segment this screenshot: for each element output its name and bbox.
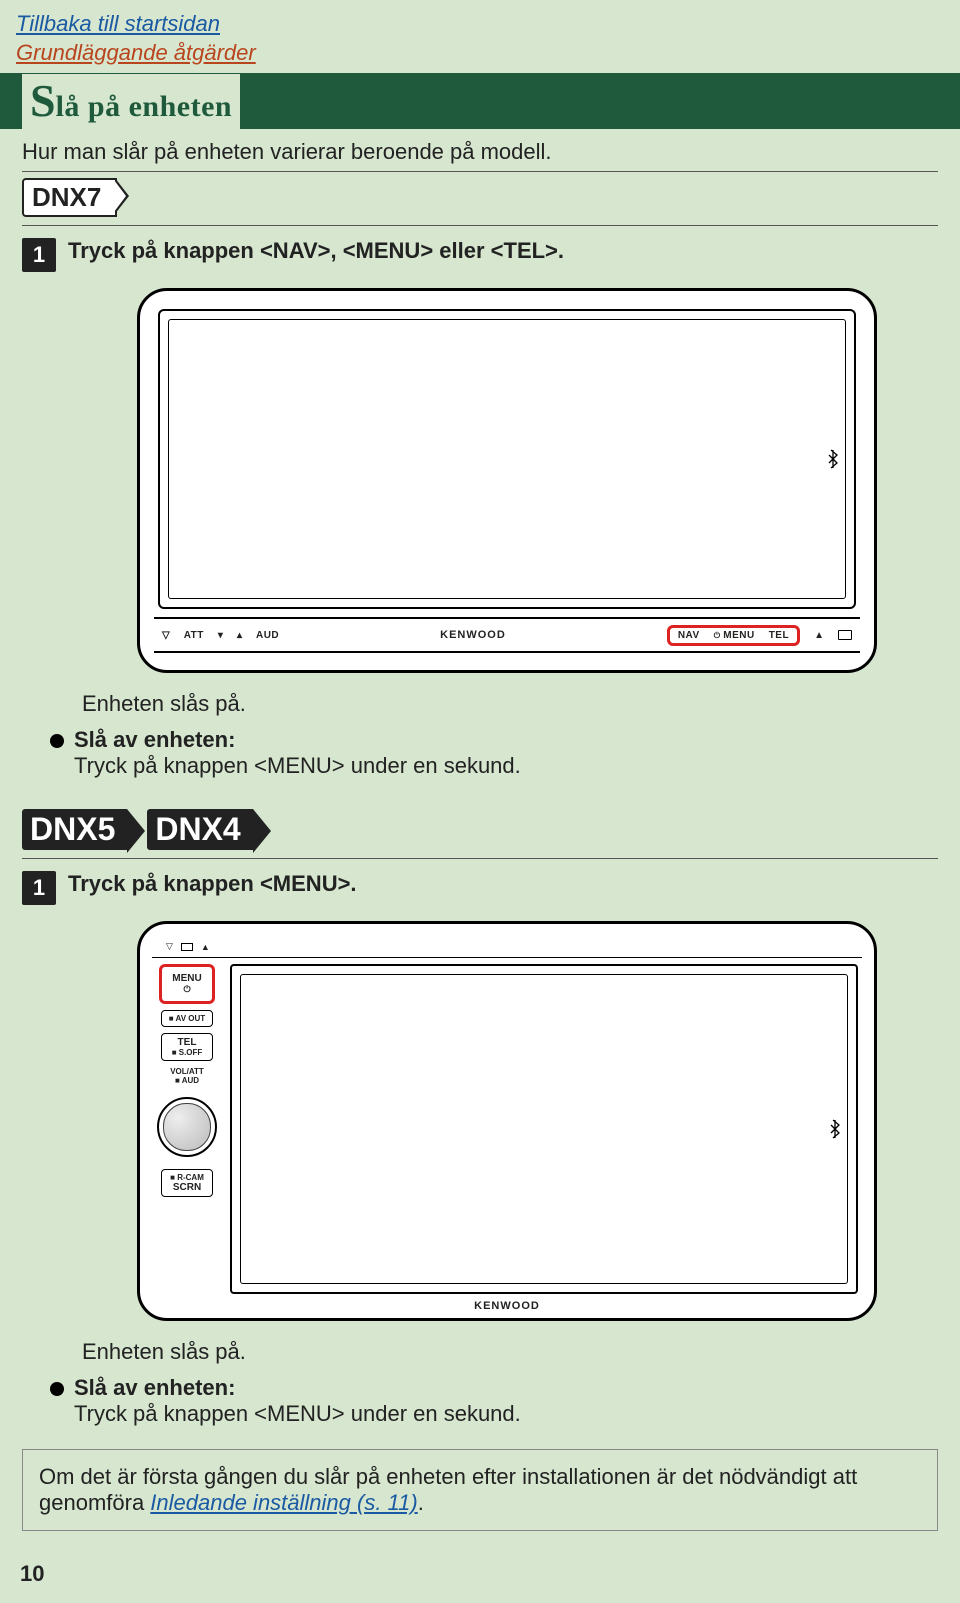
model-tag-dnx4: DNX4 [147,809,252,850]
volume-knob-icon [157,1097,217,1157]
bluetooth-icon [830,1119,842,1139]
bluetooth-icon [828,449,840,469]
device5-screen [230,964,858,1294]
turned-on-1: Enheten slås på. [82,691,938,717]
turned-on-2: Enheten slås på. [82,1339,938,1365]
turn-off-body-1: Tryck på knappen <MENU> under en sekund. [74,753,938,779]
btn-aud: AUD [256,630,279,641]
step-number-1: 1 [22,238,56,272]
power-icon: ⏻ [183,984,190,995]
turn-off-heading-2: Slå av enheten: [50,1375,938,1401]
device7-button-row: ▽ ATT ▾ ▴ AUD KENWOOD NAV ⏻ MENU TEL ▲ [154,617,860,653]
model-tag-dnx5: DNX5 [22,809,127,850]
arrow-up-icon: ▴ [237,630,242,641]
side-scrn: ■ R-CAM SCRN [161,1169,213,1197]
turn-off-heading-1: Slå av enheten: [50,727,938,753]
side-avout: ■ AV OUT [161,1010,213,1027]
btn-att: ATT [184,630,204,641]
triangle-down-icon: ▽ [162,630,170,641]
rect-icon [838,630,852,640]
link-initial-setup[interactable]: Inledande inställning (s. 11) [150,1490,417,1515]
side-vol-label: VOL/ATT ■ AUD [170,1067,204,1085]
page-number: 10 [20,1561,44,1587]
highlighted-menu-button: MENU ⏻ [159,964,215,1004]
brand-kenwood: KENWOOD [440,629,506,641]
btn-menu: ⏻ MENU [714,630,755,641]
bullet-dot [50,734,64,748]
step-text-dnx5: Tryck på knappen <MENU>. [68,871,357,897]
device-illustration-dnx7: ▽ ATT ▾ ▴ AUD KENWOOD NAV ⏻ MENU TEL ▲ [137,288,877,673]
turn-off-body-2: Tryck på knappen <MENU> under en sekund. [74,1401,938,1427]
note-box: Om det är första gången du slår på enhet… [22,1449,938,1531]
highlighted-buttons: NAV ⏻ MENU TEL [667,625,800,646]
note-text-c: . [418,1490,424,1515]
heading: Slå på enheten [16,74,240,129]
model-tag-dnx7: DNX7 [22,178,117,217]
heading-text: lå på enheten [56,90,233,123]
arrow-down-icon: ▾ [218,630,223,641]
step-number-1b: 1 [22,871,56,905]
btn-tel: TEL [769,630,789,641]
brand-kenwood-2: KENWOOD [152,1294,862,1312]
link-back-home[interactable]: Tillbaka till startsidan [16,11,220,36]
heading-dropcap: S [30,75,56,126]
side-tel: TEL ■ S.OFF [161,1033,213,1061]
bullet-dot [50,1382,64,1396]
eject-icon: ▲ [814,630,824,641]
device5-side-panel: MENU ⏻ ■ AV OUT TEL ■ S.OFF VOL/ATT ■ AU… [152,964,222,1294]
heading-bar: Slå på enheten [0,73,960,129]
device-illustration-dnx5: ▽ ▲ MENU ⏻ ■ AV OUT TEL ■ S.OFF VOL/ATT … [137,921,877,1321]
top-triangle-icon: ▽ [166,941,173,952]
device7-screen [158,309,856,609]
top-rect-icon [181,943,193,951]
link-basic-operations[interactable]: Grundläggande åtgärder [16,40,256,65]
intro-text: Hur man slår på enheten varierar beroend… [22,139,938,172]
btn-nav: NAV [678,630,700,641]
step-text-dnx7: Tryck på knappen <NAV>, <MENU> eller <TE… [68,238,564,264]
top-eject-icon: ▲ [201,942,210,952]
